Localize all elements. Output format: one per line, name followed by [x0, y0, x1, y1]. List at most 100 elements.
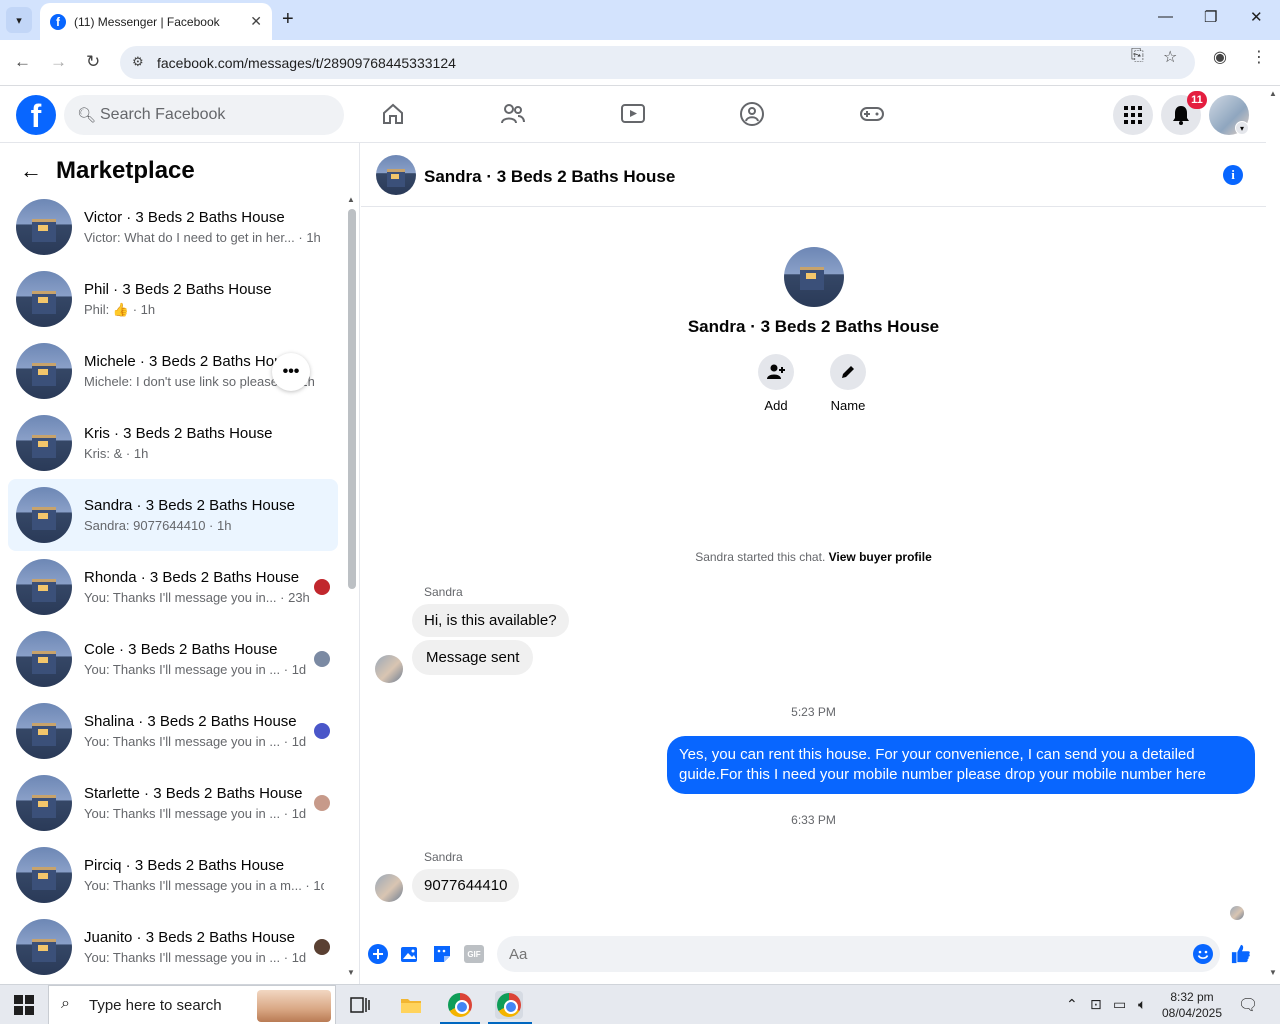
groups-icon[interactable] [737, 99, 767, 129]
facebook-logo-icon[interactable]: f [16, 95, 56, 135]
thumbs-up-icon[interactable] [1231, 944, 1251, 964]
browser-menu-icon[interactable]: ⋮ [1251, 47, 1267, 67]
sidebar-scrollbar[interactable]: ▲ ▼ [347, 195, 357, 980]
network-icon[interactable]: ▭ [1113, 996, 1126, 1013]
chevron-up-icon[interactable]: ⌃ [1066, 996, 1078, 1013]
house-thumbnail [16, 199, 72, 255]
friends-icon[interactable] [498, 99, 528, 129]
message-input[interactable] [497, 936, 1220, 972]
tab-close-icon[interactable]: ✕ [250, 13, 262, 30]
new-tab-button[interactable]: + [282, 8, 294, 31]
page-scrollbar[interactable]: ▲ ▼ [1266, 87, 1280, 984]
page-scroll-up-icon[interactable]: ▲ [1269, 89, 1277, 98]
conversation-item[interactable]: Rhonda · 3 Beds 2 Baths House You: Thanks… [8, 551, 338, 623]
scroll-down-arrow-icon[interactable]: ▼ [347, 968, 355, 977]
conversation-name: Kris · 3 Beds 2 Baths House [84, 425, 273, 442]
minimize-button[interactable]: — [1158, 8, 1173, 25]
conversation-item[interactable]: Pirciq · 3 Beds 2 Baths House You: Thanks… [8, 839, 338, 911]
taskbar-clock[interactable]: 8:32 pm 08/04/2025 [1158, 989, 1226, 1021]
watch-icon[interactable] [618, 99, 648, 129]
chrome-profile-icon[interactable] [495, 991, 523, 1019]
chrome-icon[interactable] [446, 991, 474, 1019]
incoming-message[interactable]: Message sent [412, 640, 534, 675]
conversation-name: Cole · 3 Beds 2 Baths House [84, 641, 278, 658]
conversation-name: Sandra · 3 Beds 2 Baths House [84, 497, 295, 514]
account-chevron-down-icon[interactable]: ▾ [1235, 121, 1249, 135]
back-arrow-icon[interactable]: ← [20, 158, 42, 184]
device-icon[interactable]: ⊡ [1090, 996, 1102, 1013]
conversation-snippet: You: Thanks I'll message you in... · 23h [84, 590, 310, 605]
info-icon[interactable]: i [1223, 165, 1243, 185]
conversation-item[interactable]: Cole · 3 Beds 2 Baths House You: Thanks I… [8, 623, 338, 695]
message-sender-name: Sandra [424, 585, 463, 599]
chat-started-notice: Sandra started this chat. View buyer pro… [361, 550, 1266, 564]
house-thumbnail [16, 415, 72, 471]
photo-icon[interactable] [400, 944, 420, 964]
incoming-message[interactable]: 9077644410 [412, 869, 520, 902]
conversation-item[interactable]: Juanito · 3 Beds 2 Baths House You: Thank… [8, 911, 338, 983]
conversation-item[interactable]: Kris · 3 Beds 2 Baths House Kris: & · 1h [8, 407, 338, 479]
home-icon[interactable] [378, 99, 408, 129]
conversation-item[interactable]: Victor · 3 Beds 2 Baths House Victor: Wha… [8, 191, 338, 263]
view-buyer-profile-link[interactable]: View buyer profile [829, 550, 932, 564]
bookmark-star-icon[interactable]: ☆ [1163, 47, 1177, 67]
search-highlight-image [257, 990, 331, 1022]
outgoing-message[interactable]: Yes, you can rent this house. For your c… [667, 736, 1255, 794]
scroll-up-arrow-icon[interactable]: ▲ [347, 195, 355, 204]
conversation-name: Starlette · 3 Beds 2 Baths House [84, 785, 303, 802]
back-arrow-icon[interactable]: ← [14, 52, 31, 72]
windows-taskbar: ⌕ Type here to search ⌃ ⊡ ▭ 🔈︎ 8:32 pm 0… [0, 984, 1280, 1024]
chat-started-text: Sandra started this chat. [695, 550, 826, 564]
task-view-icon[interactable] [346, 991, 374, 1019]
sidebar-scroll-thumb[interactable] [348, 209, 356, 589]
incoming-message[interactable]: Hi, is this available? [412, 604, 569, 637]
notification-center-icon[interactable]: 🗨︎ [1238, 995, 1258, 1015]
edit-name-button[interactable]: Name [830, 354, 866, 413]
profile-actions: Add Name [758, 354, 866, 413]
marketplace-sidebar: ← Marketplace Victor · 3 Beds 2 Baths Ho… [0, 143, 360, 984]
sender-avatar[interactable] [375, 874, 403, 902]
forward-arrow-icon[interactable]: → [50, 52, 67, 72]
install-app-icon[interactable]: ⎘ [1131, 47, 1144, 65]
chat-header-name[interactable]: Sandra · 3 Beds 2 Baths House [424, 167, 675, 187]
conversation-name: Phil · 3 Beds 2 Baths House [84, 280, 272, 298]
search-icon: 🔍︎ [77, 107, 97, 124]
house-thumbnail [16, 343, 72, 399]
sticker-icon[interactable] [432, 944, 452, 964]
reload-icon[interactable]: ↻ [86, 52, 100, 72]
plus-circle-icon[interactable] [368, 944, 388, 964]
close-window-button[interactable]: ✕ [1250, 8, 1263, 26]
windows-start-icon[interactable] [14, 995, 34, 1015]
read-receipt-avatar [314, 723, 330, 739]
logo-letter: f [30, 98, 42, 134]
url-text: facebook.com/messages/t/2890976844533312… [157, 54, 456, 71]
chat-header-avatar[interactable] [376, 155, 416, 195]
conversation-item[interactable]: Phil · 3 Beds 2 Baths House Phil: 👍 · 1h [8, 263, 338, 335]
restore-button[interactable]: ❐ [1204, 8, 1217, 26]
browser-tab[interactable]: f (11) Messenger | Facebook ✕ [40, 3, 272, 40]
conversation-snippet: You: Thanks I'll message you in ... · 1d [84, 806, 307, 821]
gif-button[interactable]: GIF [464, 945, 484, 963]
gaming-icon[interactable] [857, 99, 887, 129]
taskbar-search-input[interactable]: ⌕ Type here to search [48, 985, 336, 1024]
conversation-item-active[interactable]: Sandra · 3 Beds 2 Baths House Sandra: 907… [8, 479, 338, 551]
conversation-snippet: You: Thanks I'll message you in ... · 1d [84, 950, 307, 965]
conversation-item[interactable]: Shalina · 3 Beds 2 Baths House You: Thank… [8, 695, 338, 767]
site-info-icon[interactable]: ⚙ [132, 54, 144, 70]
tab-search-dropdown[interactable]: ▾ [6, 7, 32, 33]
conversation-more-button[interactable]: ••• [272, 353, 310, 391]
conversation-name: Rhonda · 3 Beds 2 Baths House [84, 569, 300, 586]
page-scroll-down-icon[interactable]: ▼ [1269, 968, 1277, 977]
volume-icon[interactable]: 🔈︎ [1138, 996, 1146, 1013]
profile-icon[interactable]: ◉ [1213, 47, 1227, 67]
file-explorer-icon[interactable] [397, 991, 425, 1019]
house-thumbnail [16, 847, 72, 903]
add-person-button[interactable]: Add [758, 354, 794, 413]
emoji-icon[interactable] [1193, 944, 1213, 964]
menu-grid-icon[interactable] [1113, 95, 1153, 135]
conversation-item[interactable]: Starlette · 3 Beds 2 Baths House You: Tha… [8, 767, 338, 839]
facebook-search-input[interactable]: 🔍︎ Search Facebook [64, 95, 344, 135]
read-receipt-avatar [314, 651, 330, 667]
sender-avatar[interactable] [375, 655, 403, 683]
url-input[interactable]: ⚙ facebook.com/messages/t/28909768445333… [120, 46, 1195, 79]
